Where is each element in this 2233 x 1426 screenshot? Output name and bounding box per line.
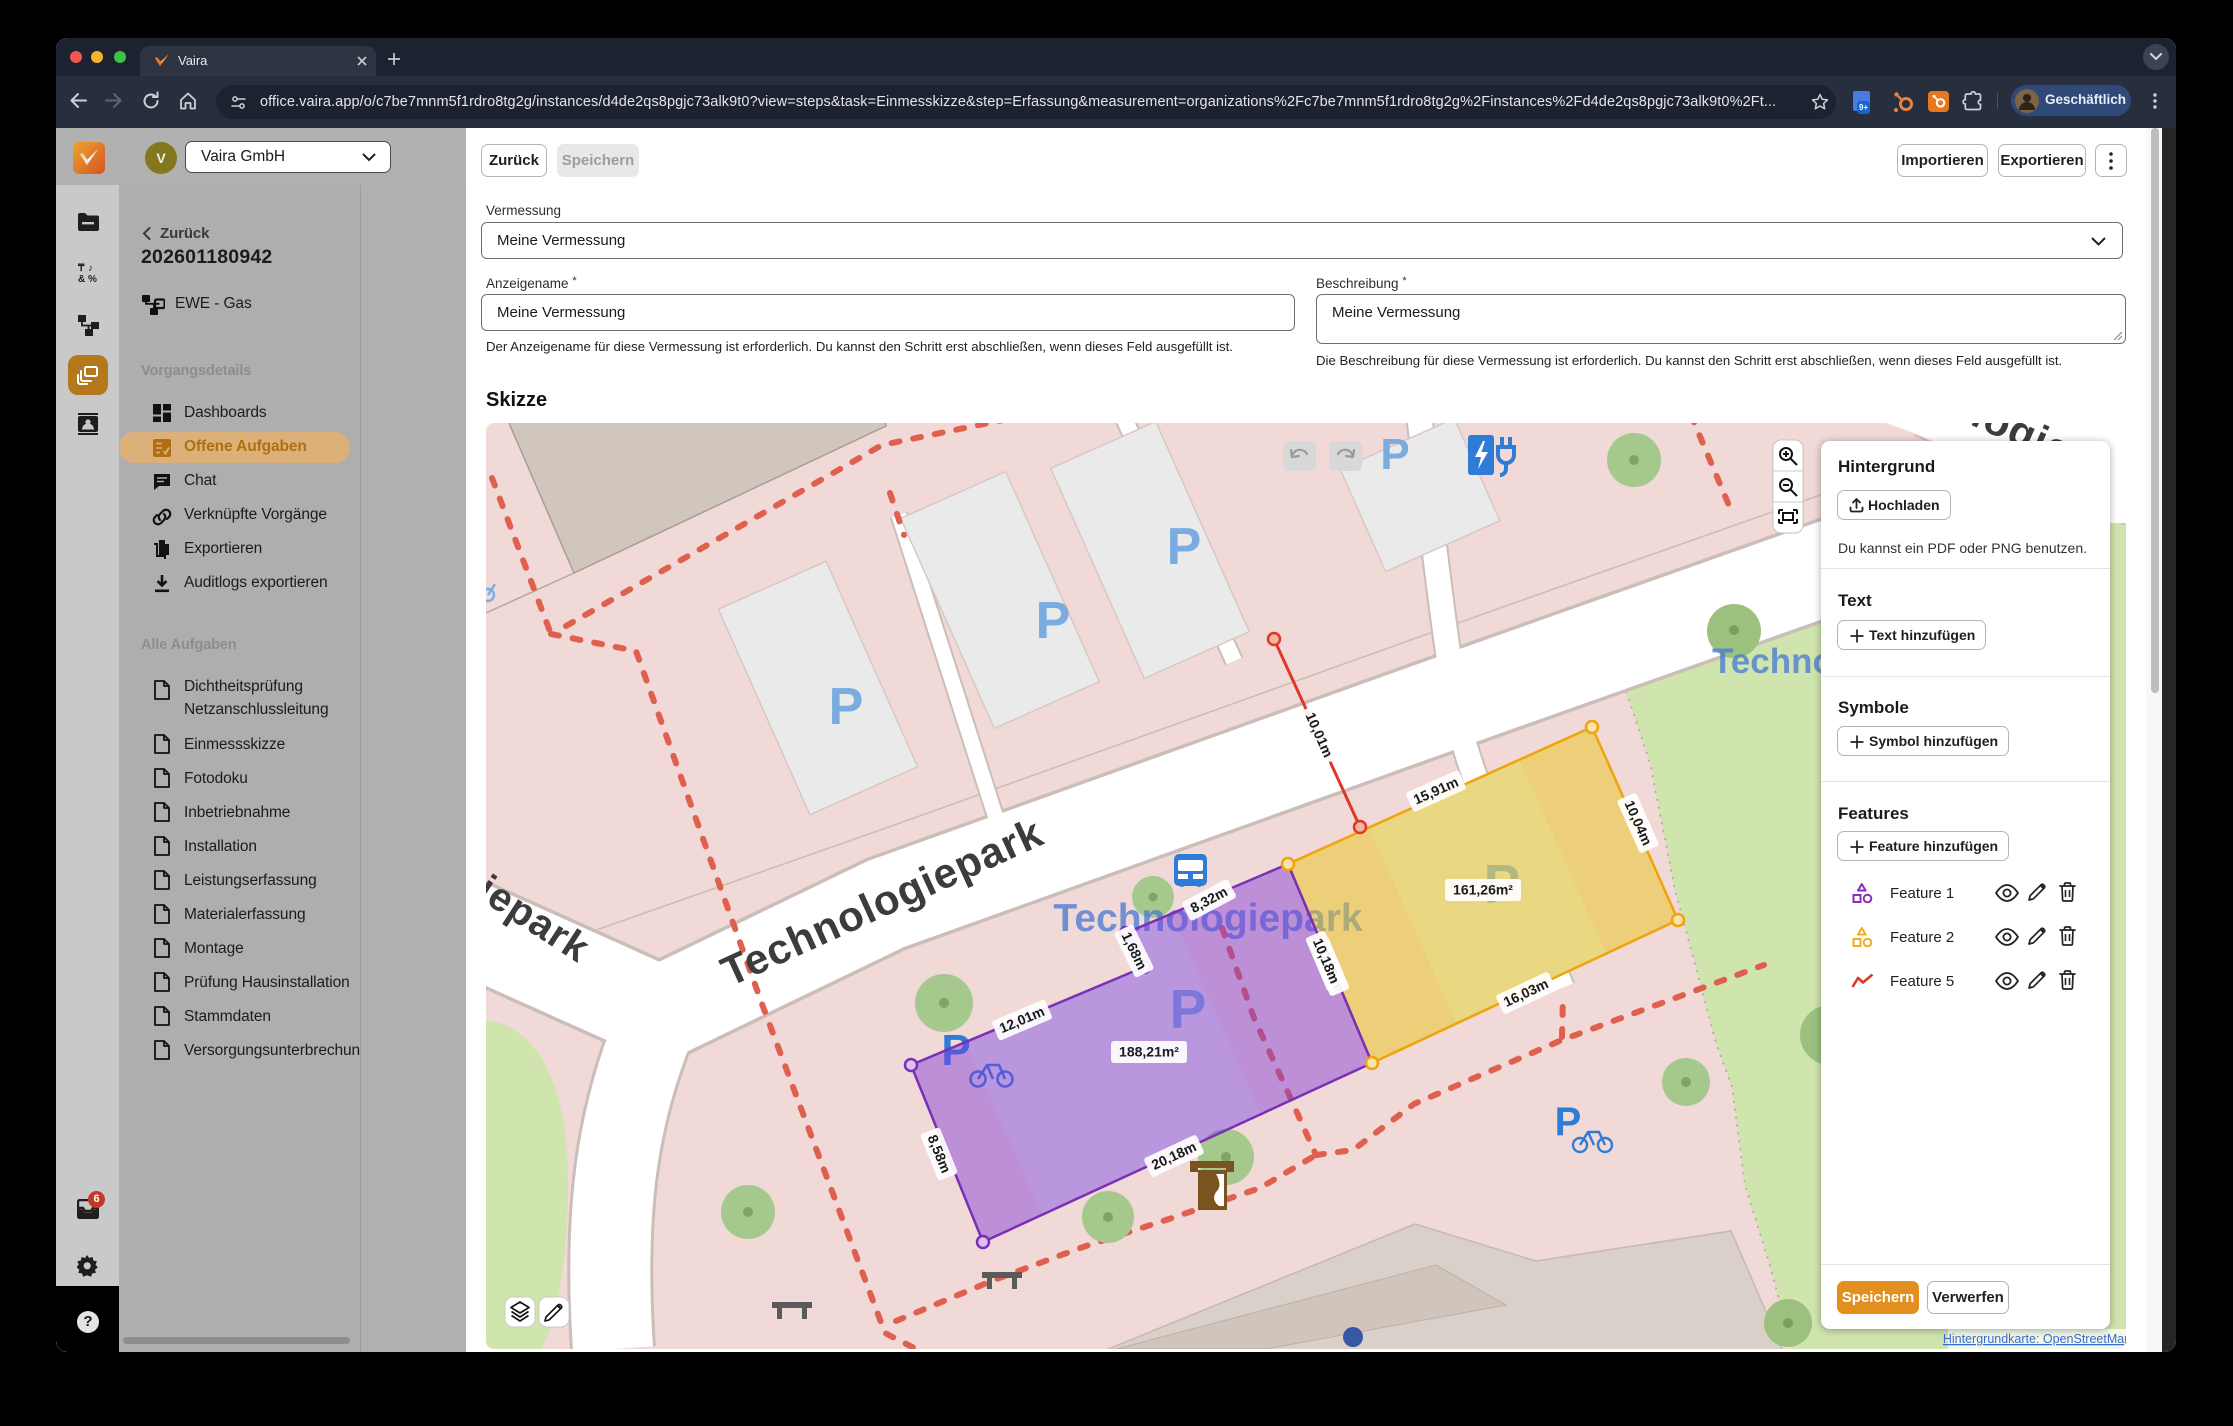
svg-text:₸: ₸: [78, 263, 85, 274]
svg-text:P: P: [1380, 430, 1409, 479]
svg-text:%: %: [88, 274, 97, 283]
svg-text:&: &: [78, 274, 85, 283]
svg-text:P: P: [829, 678, 864, 736]
svg-text:♪: ♪: [88, 263, 93, 274]
svg-text:P: P: [1167, 518, 1202, 576]
svg-text:188,21m²: 188,21m²: [1119, 1044, 1179, 1060]
svg-text:P: P: [1036, 592, 1071, 650]
svg-text:Hintergrundkarte: OpenStreetMa: Hintergrundkarte: OpenStreetMap: [1943, 1332, 2126, 1346]
svg-text:161,26m²: 161,26m²: [1453, 882, 1513, 898]
